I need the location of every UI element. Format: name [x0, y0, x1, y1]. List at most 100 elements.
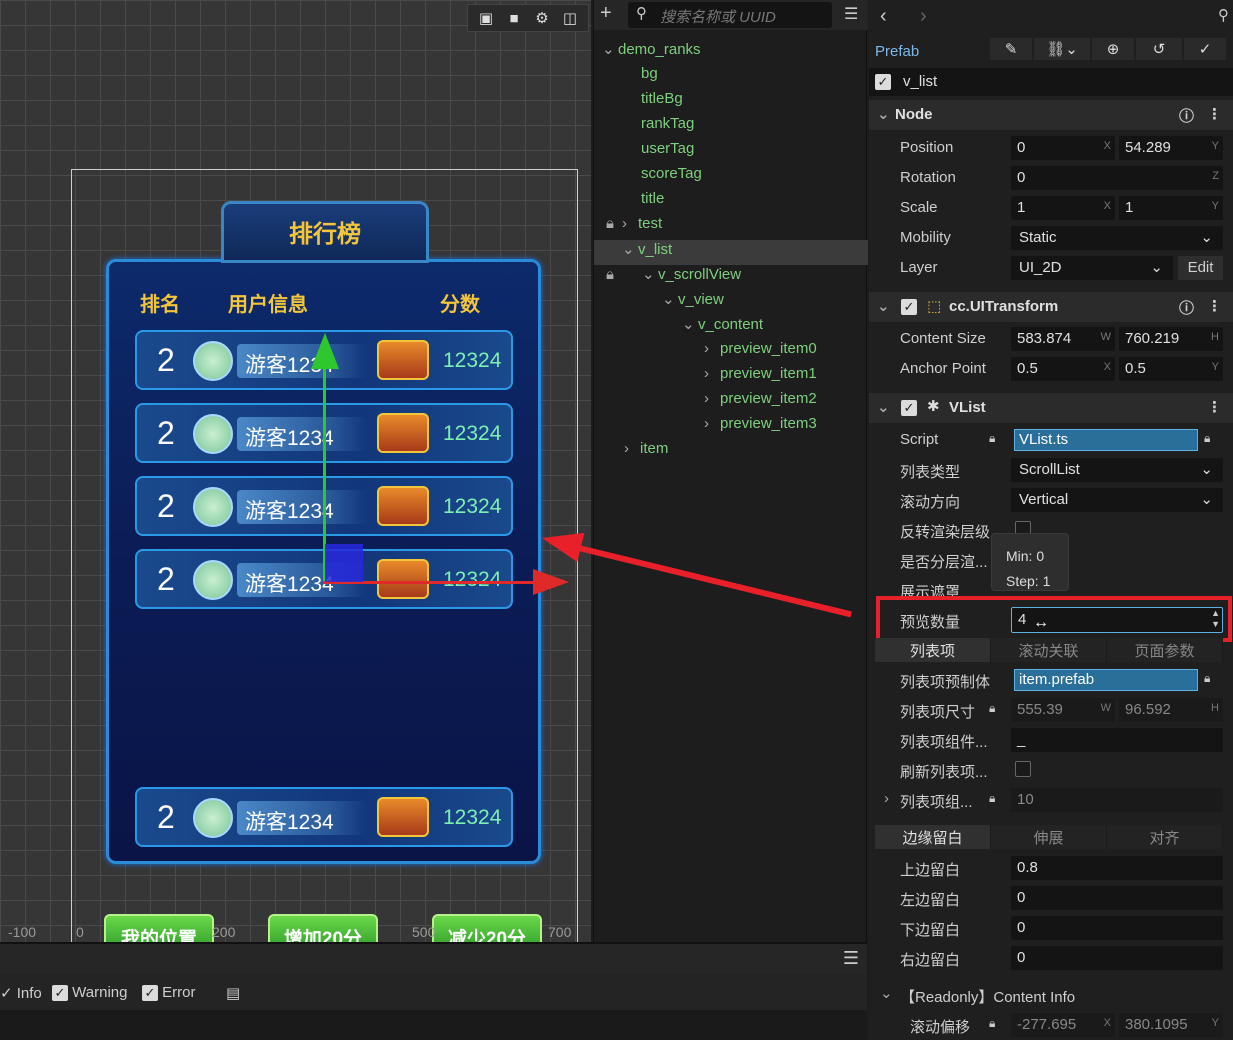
tree-item[interactable]: › preview_item0 [704, 340, 817, 365]
scroll-dir-select[interactable]: Vertical ⌄ [1011, 488, 1223, 512]
clear-log-icon[interactable]: ▤ [226, 984, 240, 1002]
chevron-right-icon[interactable]: › [622, 215, 638, 232]
chevron-down-icon[interactable]: ⌄ [877, 105, 890, 123]
chevron-down-icon[interactable]: ⌄ [877, 398, 890, 416]
tree-item[interactable]: ⌄ v_content [682, 315, 763, 340]
tab-scroll-link[interactable]: 滚动关联 [991, 638, 1107, 662]
tree-item[interactable]: titleBg [641, 90, 683, 115]
component-enabled-checkbox[interactable]: ✓ [901, 299, 917, 315]
position-y-field[interactable]: 54.289 Y [1119, 136, 1223, 160]
chevron-right-icon[interactable]: › [704, 340, 720, 357]
pin-icon[interactable]: ⚲ [1218, 6, 1229, 24]
chevron-down-icon[interactable]: ⌄ [877, 297, 890, 315]
chevron-right-icon[interactable]: › [624, 440, 640, 457]
tree-item[interactable]: bg [641, 65, 658, 90]
anchor-x-field[interactable]: 0.5 X [1011, 357, 1115, 381]
chevron-down-icon[interactable]: ⌄ [682, 315, 698, 333]
info-filter[interactable]: ✓ Info [0, 984, 42, 1002]
scene-view[interactable]: ▣ ■ ⚙ ◫ 排行榜 排名 用户信息 分数 2 游客1234 12324 2 … [0, 0, 591, 942]
snap-icon[interactable]: ◫ [558, 7, 582, 29]
node-section-header[interactable]: ⌄ Node ⓘ ⋮ [869, 100, 1233, 130]
item-comp-field[interactable]: _ [1011, 728, 1223, 752]
tree-item-root[interactable]: ⌄ demo_ranks [602, 40, 701, 65]
tree-item[interactable]: scoreTag [641, 165, 702, 190]
tree-item[interactable]: › preview_item2 [704, 390, 817, 415]
unlink-icon[interactable]: ⛓⌄ [1034, 38, 1090, 60]
layer-select[interactable]: UI_2D ⌄ [1011, 256, 1173, 280]
list-menu-icon[interactable]: ☰ [844, 4, 858, 24]
vlist-section-header[interactable]: ⌄ ✓ ✱ VList ⋮ [869, 393, 1233, 423]
more-icon[interactable]: ⋮ [1207, 398, 1222, 416]
tree-item[interactable]: › item [624, 440, 668, 465]
tree-item[interactable]: › preview_item3 [704, 415, 817, 440]
chevron-down-icon[interactable]: ⌄ [662, 290, 678, 308]
pad-left-field[interactable]: 0 [1011, 886, 1223, 910]
lock-icon[interactable]: 🔒︎ [606, 266, 622, 283]
tab-padding[interactable]: 边缘留白 [875, 825, 991, 849]
edit-prefab-icon[interactable]: ✎ [990, 38, 1032, 60]
checkbox-checked-icon[interactable]: ✓ [142, 985, 158, 1001]
node-active-checkbox[interactable]: ✓ [875, 74, 891, 90]
scale-y-field[interactable]: 1Y [1119, 196, 1223, 220]
error-filter[interactable]: ✓ Error [142, 984, 196, 1001]
tab-align[interactable]: 对齐 [1107, 825, 1223, 849]
tree-item[interactable]: ⌄ v_view [662, 290, 724, 315]
anchor-y-field[interactable]: 0.5 Y [1119, 357, 1223, 381]
forward-icon[interactable]: › [920, 5, 927, 28]
chevron-down-icon[interactable]: ⌄ [622, 240, 638, 258]
chevron-right-icon[interactable]: › [704, 365, 720, 382]
my-position-button[interactable]: 我的位置 [104, 914, 214, 942]
apply-icon[interactable]: ✓ [1184, 38, 1226, 60]
tree-item[interactable]: › preview_item1 [704, 365, 817, 390]
tab-stretch[interactable]: 伸展 [991, 825, 1107, 849]
item-prefab-field[interactable]: item.prefab [1014, 669, 1198, 691]
lock-icon[interactable]: 🔒︎ [606, 215, 622, 232]
lock-icon[interactable]: 🔒︎ [1204, 431, 1210, 446]
component-enabled-checkbox[interactable]: ✓ [901, 400, 917, 416]
refresh-checkbox[interactable] [1015, 761, 1031, 777]
content-height-field[interactable]: 760.219 H [1119, 327, 1223, 351]
add-score-button[interactable]: 增加20分 [268, 914, 378, 942]
mobility-select[interactable]: Static ⌄ [1011, 226, 1223, 250]
hierarchy-search-input[interactable]: 搜索名称或 UUID [628, 2, 832, 28]
gizmo-plane-handle[interactable] [325, 544, 363, 582]
tree-item[interactable]: userTag [641, 140, 694, 165]
tree-item-selected[interactable]: ⌄ v_list [594, 240, 868, 265]
pad-bottom-field[interactable]: 0 [1011, 916, 1223, 940]
pad-right-field[interactable]: 0 [1011, 946, 1223, 970]
chevron-right-icon[interactable]: › [704, 390, 720, 407]
lock-icon[interactable]: 🔒︎ [1204, 671, 1210, 686]
help-icon[interactable]: ⓘ [1179, 297, 1194, 318]
chevron-right-icon[interactable]: › [704, 415, 720, 432]
rotation-z-field[interactable]: 0Z [1011, 166, 1223, 190]
scale-x-field[interactable]: 1X [1011, 196, 1115, 220]
tree-item[interactable]: rankTag [641, 115, 694, 140]
gizmo-x-arrow-icon[interactable] [533, 569, 569, 595]
chevron-down-icon[interactable]: ⌄ [602, 40, 618, 58]
gear-icon[interactable]: ⚙ [530, 7, 554, 29]
chevron-down-icon[interactable]: ⌄ [642, 265, 658, 283]
tree-item[interactable]: 🔒︎ › test [606, 215, 662, 240]
grid-icon[interactable]: ▣ [474, 7, 498, 29]
my-rank-row[interactable]: 2 游客1234 12324 [135, 787, 513, 847]
warning-filter[interactable]: ✓ Warning [52, 984, 127, 1001]
chevron-down-icon[interactable]: ⌄ [880, 984, 893, 1002]
uitransform-section-header[interactable]: ⌄ ✓ ⬚ cc.UITransform ⓘ ⋮ [869, 292, 1233, 322]
menu-icon[interactable]: ☰ [843, 948, 859, 969]
locate-icon[interactable]: ⊕ [1092, 38, 1134, 60]
revert-icon[interactable]: ↺ [1136, 38, 1182, 60]
list-type-select[interactable]: ScrollList ⌄ [1011, 458, 1223, 482]
add-icon[interactable]: + [600, 2, 612, 25]
tab-page-params[interactable]: 页面参数 [1107, 638, 1223, 662]
help-icon[interactable]: ⓘ [1179, 105, 1194, 126]
sub-score-button[interactable]: 减少20分 [432, 914, 542, 942]
more-icon[interactable]: ⋮ [1207, 105, 1222, 123]
node-name-input[interactable]: v_list [903, 73, 937, 90]
layer-edit-button[interactable]: Edit [1178, 256, 1223, 280]
script-asset-field[interactable]: VList.ts [1014, 429, 1198, 451]
content-width-field[interactable]: 583.874 W [1011, 327, 1115, 351]
position-x-field[interactable]: 0X [1011, 136, 1115, 160]
tree-item[interactable]: title [641, 190, 664, 215]
chevron-right-icon[interactable]: › [884, 790, 889, 807]
tab-items[interactable]: 列表项 [875, 638, 991, 662]
